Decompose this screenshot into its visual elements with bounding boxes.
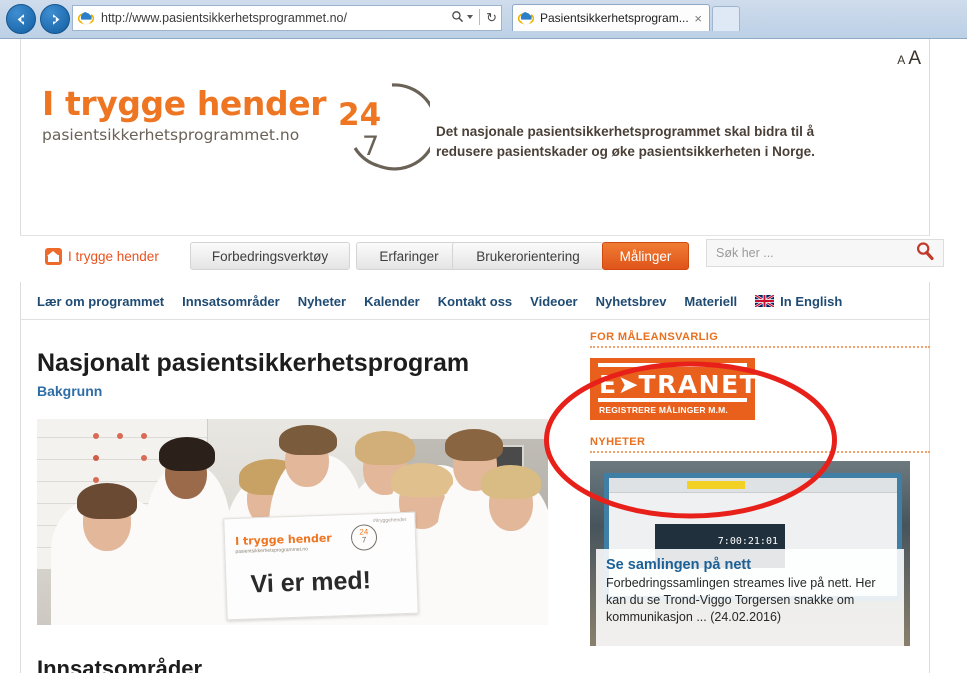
sign-slogan: Vi er med! [250, 566, 372, 599]
photo-hair [355, 431, 415, 465]
subnav-item-in-english[interactable]: In English [754, 293, 843, 309]
search-icon[interactable] [915, 241, 935, 266]
photo-hair [159, 437, 215, 471]
uk-flag-icon [754, 293, 775, 309]
main-navigation: I trygge hender Forbedringsverktøy Erfar… [20, 235, 944, 282]
page-viewport: A A I trygge hender pasientsikkerhetspro… [0, 39, 967, 673]
sidebar-section-maleansvarlig: FOR MÅLEANSVARLIG E➤TRANET REGISTRERE MÅ… [590, 331, 930, 420]
url-text: http://www.pasientsikkerhetsprogrammet.n… [101, 11, 347, 25]
section-heading-innsatsomrader: Innsatsområder [37, 656, 203, 673]
subnav-item-materiell[interactable]: Materiell [684, 294, 737, 309]
news-photo-browser-bar [609, 478, 897, 493]
search-dropdown-icon[interactable] [451, 10, 464, 25]
page-left-margin [0, 39, 21, 673]
hero-photo[interactable]: #itryggehender I trygge hender pasientsi… [37, 419, 548, 625]
photo-hair [445, 429, 503, 461]
divider-dotted [590, 451, 930, 453]
subnav-item-laer-om-programmet[interactable]: Lær om programmet [37, 294, 164, 309]
news-description: Forbedringssamlingen streames live på ne… [606, 576, 876, 624]
sign-hashtag: #itryggehender [373, 516, 407, 525]
clock-24-7-icon: 24 7 [330, 79, 430, 179]
text-size-large-button[interactable]: A [908, 48, 921, 70]
nav-tab-malinger-active[interactable]: Målinger [602, 242, 689, 270]
photo-hair [77, 483, 137, 519]
page-right-margin [931, 39, 967, 673]
new-tab-button[interactable] [712, 6, 740, 31]
news-photo-highlight [687, 481, 745, 489]
news-card[interactable]: 7:00:21:01 Se samlingen på nett Forbedri… [590, 461, 910, 646]
subnav-item-videoer[interactable]: Videoer [530, 294, 577, 309]
photo-sign: #itryggehender I trygge hender pasientsi… [223, 511, 419, 621]
extranet-letter-e: E [599, 370, 618, 399]
site-header: I trygge hender pasientsikkerhetsprogram… [20, 77, 910, 197]
text-size-controls: A A [897, 48, 921, 70]
right-sidebar: FOR MÅLEANSVARLIG E➤TRANET REGISTRERE MÅ… [590, 331, 930, 646]
nav-tab-label: Erfaringer [379, 248, 439, 264]
page-title: Nasjonalt pasientsikkerhetsprogram [37, 349, 470, 377]
address-bar[interactable]: http://www.pasientsikkerhetsprogrammet.n… [72, 5, 502, 31]
extranet-wordmark: E➤TRANET [599, 370, 759, 399]
sign-clock-icon: 24 7 [350, 524, 378, 551]
nav-tab-forbedringsverktoy[interactable]: Forbedringsverktøy [190, 242, 350, 270]
photo-hair [481, 465, 541, 499]
clock-24-label: 24 [338, 97, 382, 133]
news-photo-timer: 7:00:21:01 [717, 536, 778, 547]
divider [479, 9, 481, 25]
screenshot-root: http://www.pasientsikkerhetsprogrammet.n… [0, 0, 967, 673]
close-icon[interactable]: × [694, 12, 702, 25]
nav-tab-brukerorientering[interactable]: Brukerorientering [452, 242, 604, 270]
nav-home-label: I trygge hender [68, 248, 159, 264]
site-tagline: Det nasjonale pasientsikkerhetsprogramme… [436, 124, 815, 160]
section-label-nyheter: NYHETER [590, 436, 646, 448]
subnav-item-innsatsomrader[interactable]: Innsatsområder [182, 294, 280, 309]
chevron-down-icon[interactable] [467, 15, 474, 19]
refresh-icon[interactable]: ↻ [486, 11, 497, 24]
photo-hair [279, 425, 337, 455]
forward-button[interactable] [40, 4, 70, 34]
extranet-subtitle: REGISTRERE MÅLINGER M.M. [599, 405, 728, 415]
tab-title: Pasientsikkerhetsprogram... [540, 11, 689, 25]
back-button[interactable] [6, 4, 36, 34]
sign-7-label: 7 [361, 535, 367, 545]
home-icon [45, 247, 62, 265]
subnav-item-kontakt-oss[interactable]: Kontakt oss [438, 294, 512, 309]
arrow-left-icon [17, 13, 24, 25]
link-bakgrunn[interactable]: Bakgrunn [37, 383, 102, 399]
nav-tab-label: Forbedringsverktøy [211, 248, 329, 264]
subnav-item-nyheter[interactable]: Nyheter [298, 294, 346, 309]
secondary-navigation: Lær om programmet Innsatsområder Nyheter… [20, 283, 930, 320]
search-box[interactable]: Søk her ... [706, 239, 944, 267]
clock-7-label: 7 [362, 131, 380, 162]
nav-tab-label: Målinger [619, 248, 672, 264]
sign-logo-subtext: pasientsikkerhetsprogrammet.no [235, 546, 309, 555]
subnav-english-label: In English [780, 293, 843, 309]
photo-hair [391, 463, 453, 497]
extranet-bar-top [598, 363, 747, 367]
news-title[interactable]: Se samlingen på nett [606, 557, 894, 573]
subnav-item-nyhetsbrev[interactable]: Nyhetsbrev [596, 294, 667, 309]
extranet-banner-button[interactable]: E➤TRANET REGISTRERE MÅLINGER M.M. [590, 358, 759, 420]
nav-home-i-trygge-hender[interactable]: I trygge hender [35, 242, 185, 270]
browser-tab[interactable]: Pasientsikkerhetsprogram... × [512, 4, 710, 31]
subnav-item-kalender[interactable]: Kalender [364, 294, 420, 309]
internet-explorer-icon [77, 10, 95, 26]
sidebar-section-nyheter: NYHETER 7:00:21:01 Se samlingen på nett [590, 436, 930, 646]
extranet-letters-tranet: TRANET [638, 370, 759, 399]
divider-dotted [590, 346, 930, 348]
tab-favicon-icon [517, 10, 535, 26]
browser-chrome: http://www.pasientsikkerhetsprogrammet.n… [0, 0, 967, 39]
nav-tab-erfaringer[interactable]: Erfaringer [356, 242, 462, 270]
news-text-overlay: Se samlingen på nett Forbedringssamlinge… [596, 549, 904, 646]
sign-logo-text: I trygge hender [234, 531, 332, 548]
address-bar-tools: ↻ [451, 9, 497, 25]
text-size-small-button[interactable]: A [897, 53, 905, 67]
nav-tab-label: Brukerorientering [476, 248, 580, 264]
section-label-for-maleansvarlig: FOR MÅLEANSVARLIG [590, 331, 719, 343]
arrow-right-icon [52, 13, 59, 25]
search-input[interactable]: Søk her ... [716, 246, 915, 260]
